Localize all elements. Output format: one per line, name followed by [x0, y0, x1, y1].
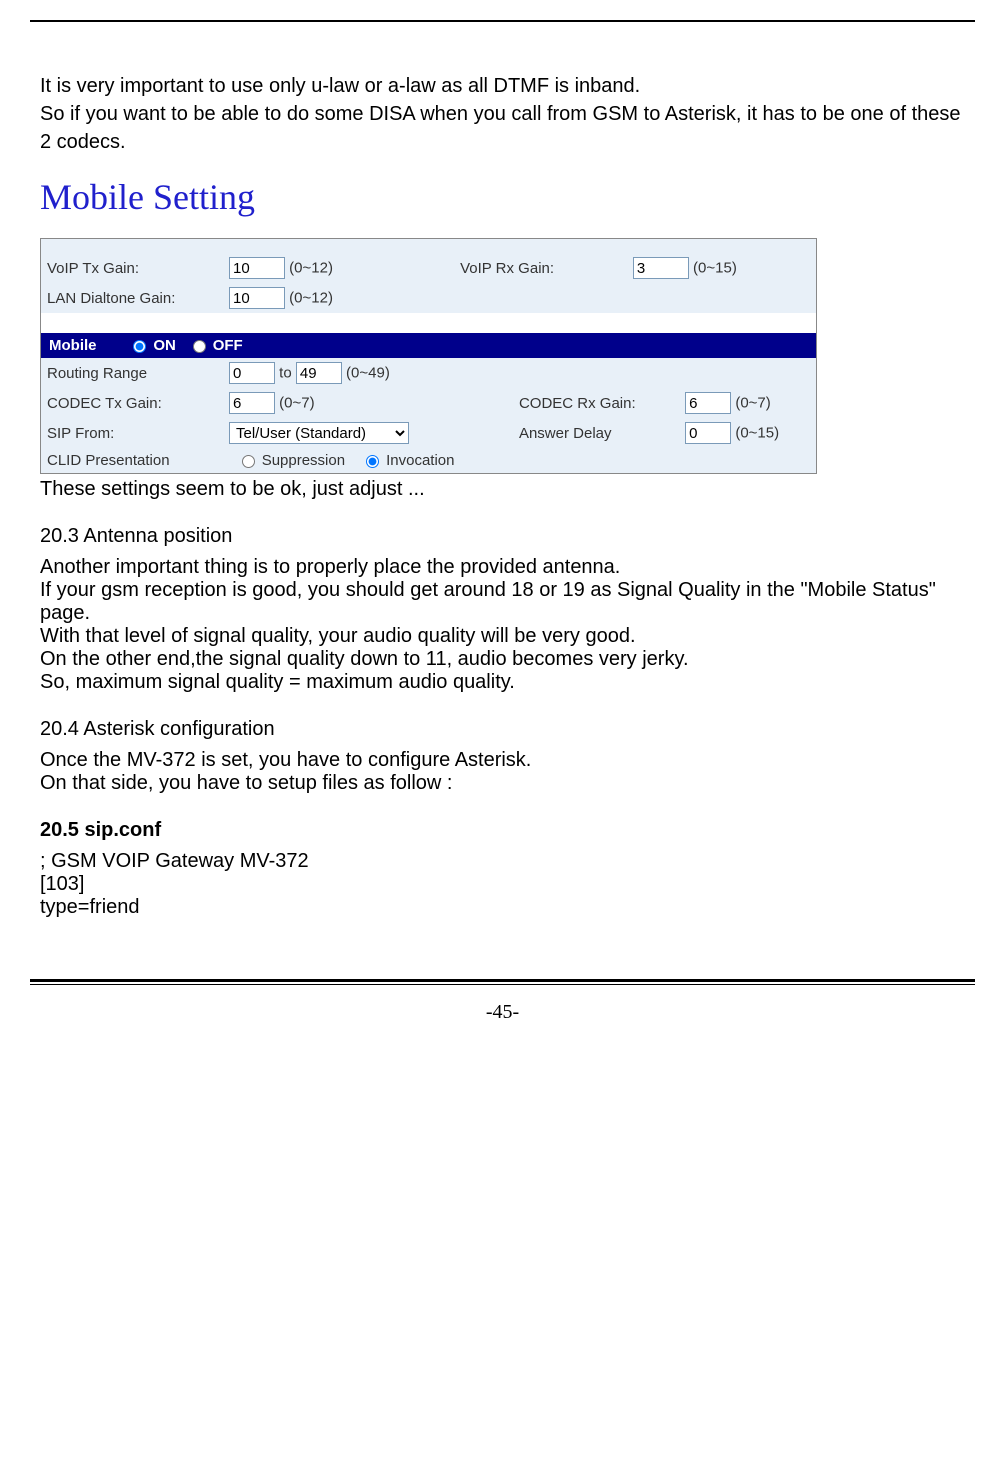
s203-p2: If your gsm reception is good, you shoul…: [40, 579, 965, 625]
voip-rx-gain-input[interactable]: [633, 257, 689, 279]
settings-table-top: VoIP Tx Gain: (0~12) VoIP Rx Gain: (0~15…: [41, 239, 816, 333]
page-content: It is very important to use only u-law o…: [0, 22, 1005, 949]
s203-p5: So, maximum signal quality = maximum aud…: [40, 671, 965, 694]
mobile-on-off-bar: Mobile ON OFF: [41, 333, 816, 358]
voip-tx-gain-input[interactable]: [229, 257, 285, 279]
answer-delay-label: Answer Delay: [513, 418, 679, 448]
row-voip-gain: VoIP Tx Gain: (0~12) VoIP Rx Gain: (0~15…: [41, 253, 816, 283]
voip-rx-gain-label: VoIP Rx Gain:: [454, 253, 627, 283]
s205-l2: [103]: [40, 873, 965, 896]
mobile-off-radio[interactable]: [193, 340, 206, 353]
row-lan-dialtone: LAN Dialtone Gain: (0~12): [41, 283, 816, 313]
routing-range-to-input[interactable]: [296, 362, 342, 384]
voip-rx-gain-range: (0~15): [693, 260, 737, 277]
footer-rule-thick: [30, 979, 975, 982]
off-label: OFF: [213, 337, 243, 354]
answer-delay-range: (0~15): [735, 425, 779, 442]
codec-rx-gain-range: (0~7): [735, 395, 770, 412]
row-codec-gain: CODEC Tx Gain: (0~7) CODEC Rx Gain: (0~7…: [41, 388, 816, 418]
mobile-on-radio[interactable]: [133, 340, 146, 353]
mobile-label: Mobile: [49, 337, 129, 354]
clid-label: CLID Presentation: [41, 448, 223, 473]
sip-from-select[interactable]: Tel/User (Standard): [229, 422, 409, 444]
lan-dialtone-input[interactable]: [229, 287, 285, 309]
page-number: -45-: [0, 1001, 1005, 1044]
on-label: ON: [153, 337, 176, 354]
mobile-setting-heading: Mobile Setting: [40, 176, 965, 218]
codec-rx-gain-input[interactable]: [685, 392, 731, 414]
settings-table-bottom: Routing Range to (0~49) CODEC Tx Gain: (…: [41, 358, 816, 473]
routing-range-to-label: to: [279, 365, 292, 382]
clid-invocation-radio[interactable]: [366, 455, 379, 468]
note-after-panel: These settings seem to be ok, just adjus…: [40, 478, 965, 501]
lan-dialtone-range: (0~12): [289, 290, 333, 307]
voip-tx-gain-range: (0~12): [289, 260, 333, 277]
s205-l3: type=friend: [40, 896, 965, 919]
section-204-heading: 20.4 Asterisk configuration: [40, 718, 965, 741]
s203-p1: Another important thing is to properly p…: [40, 556, 965, 579]
row-sip-from: SIP From: Tel/User (Standard) Answer Del…: [41, 418, 816, 448]
section-203-heading: 20.3 Antenna position: [40, 525, 965, 548]
row-routing-range: Routing Range to (0~49): [41, 358, 816, 388]
s204-p2: On that side, you have to setup files as…: [40, 772, 965, 795]
sip-from-label: SIP From:: [41, 418, 223, 448]
routing-range-from-input[interactable]: [229, 362, 275, 384]
clid-suppression-label: Suppression: [262, 452, 345, 469]
intro-line-1: It is very important to use only u-law o…: [40, 75, 640, 97]
intro-paragraph: It is very important to use only u-law o…: [40, 72, 965, 156]
section-205-heading: 20.5 sip.conf: [40, 819, 965, 842]
codec-tx-gain-input[interactable]: [229, 392, 275, 414]
intro-line-2: So if you want to be able to do some DIS…: [40, 103, 961, 153]
footer-rule-thin: [30, 984, 975, 985]
s203-p4: On the other end,the signal quality down…: [40, 648, 965, 671]
s205-l1: ; GSM VOIP Gateway MV-372: [40, 850, 965, 873]
lan-dialtone-label: LAN Dialtone Gain:: [41, 283, 223, 313]
codec-rx-gain-label: CODEC Rx Gain:: [513, 388, 679, 418]
mobile-settings-panel: VoIP Tx Gain: (0~12) VoIP Rx Gain: (0~15…: [40, 238, 817, 474]
codec-tx-gain-range: (0~7): [279, 395, 314, 412]
row-clid: CLID Presentation Suppression Invocation: [41, 448, 816, 473]
routing-range-range: (0~49): [346, 365, 390, 382]
s203-p3: With that level of signal quality, your …: [40, 625, 965, 648]
codec-tx-gain-label: CODEC Tx Gain:: [41, 388, 223, 418]
routing-range-label: Routing Range: [41, 358, 223, 388]
voip-tx-gain-label: VoIP Tx Gain:: [41, 253, 223, 283]
clid-invocation-label: Invocation: [386, 452, 454, 469]
s204-p1: Once the MV-372 is set, you have to conf…: [40, 749, 965, 772]
answer-delay-input[interactable]: [685, 422, 731, 444]
clid-suppression-radio[interactable]: [242, 455, 255, 468]
